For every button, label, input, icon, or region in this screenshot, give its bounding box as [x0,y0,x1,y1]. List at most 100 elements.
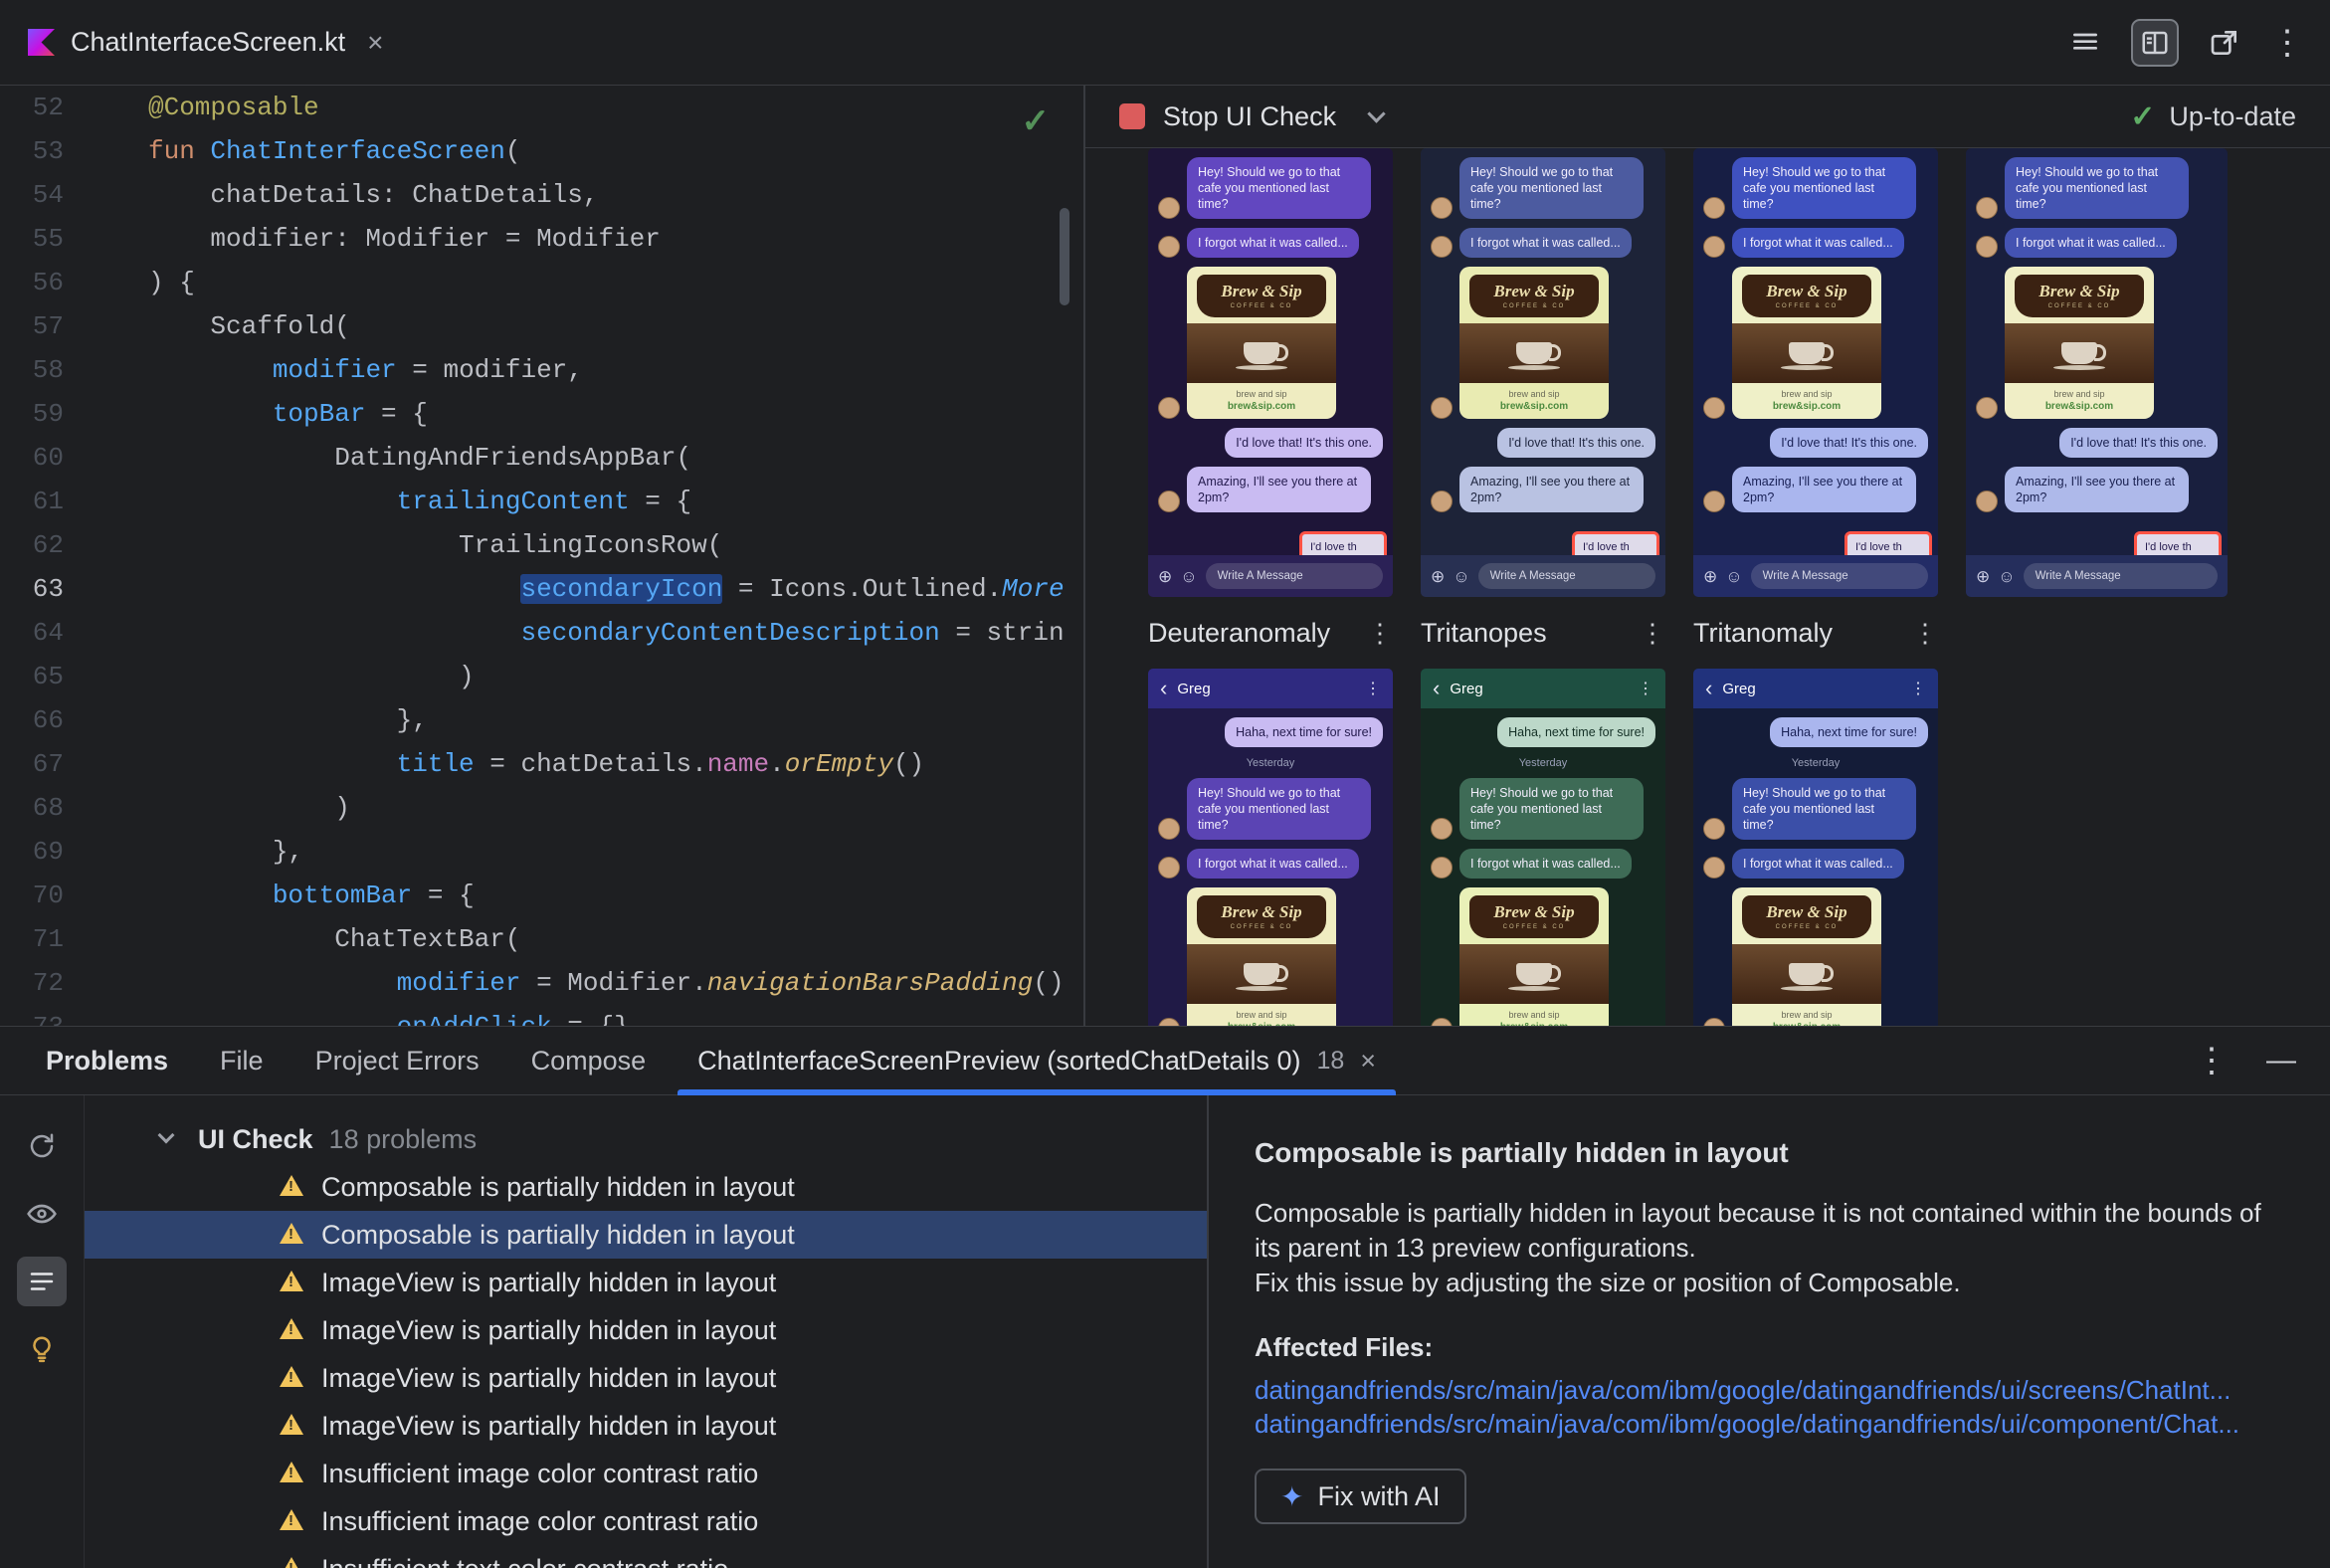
more-icon[interactable]: ⋮ [1638,679,1653,698]
problems-group-row[interactable]: UI Check 18 problems [85,1115,1207,1163]
code-text[interactable]: trailingContent = { [64,480,691,523]
more-icon[interactable]: ⋮ [1910,679,1926,698]
code-area[interactable]: 52 @Composable 53 fun ChatInterfaceScreen(5… [0,86,1083,1026]
code-text[interactable]: }, [64,830,303,874]
code-text[interactable]: bottomBar = { [64,874,475,917]
problem-row[interactable]: ImageView is partially hidden in layout [85,1354,1207,1402]
open-in-window-icon[interactable] [2201,19,2248,67]
problem-row[interactable]: Insufficient image color contrast ratio [85,1497,1207,1545]
emoji-icon[interactable]: ☺ [1453,568,1469,585]
code-token: trailingContent [396,487,630,516]
line-number: 66 [32,705,64,735]
code-text[interactable]: }, [64,698,428,742]
more-icon[interactable]: ⋮ [1640,618,1665,649]
code-text[interactable]: secondaryIcon = Icons.Outlined.More [64,567,1065,611]
emoji-icon[interactable]: ☺ [1998,568,2015,585]
problem-text: ImageView is partially hidden in layout [321,1362,777,1393]
code-text[interactable]: chatDetails: ChatDetails, [64,173,598,217]
chevron-down-icon[interactable] [157,1126,175,1144]
code-text[interactable]: topBar = { [64,392,428,436]
back-icon[interactable]: ‹ [1705,678,1712,699]
minimize-icon[interactable]: — [2266,1044,2296,1078]
tab-chatinterfacescreenpreview-sortedchatdetails-0-[interactable]: ChatInterfaceScreenPreview (sortedChatDe… [672,1027,1402,1095]
add-icon[interactable]: ⊕ [1431,568,1445,585]
back-icon[interactable]: ‹ [1433,678,1440,699]
list-view-icon[interactable] [17,1257,67,1306]
code-text[interactable]: modifier: Modifier = Modifier [64,217,660,261]
tab-file[interactable]: File [194,1027,290,1094]
preview-phone[interactable]: Hey! Should we go to that cafe you menti… [1148,148,1393,597]
message-input[interactable]: Write A Message [2023,563,2218,589]
split-editor-icon[interactable] [2131,18,2179,67]
code-text[interactable]: TrailingIconsRow( [64,523,722,567]
code-text[interactable]: ) [64,786,350,830]
editor-scrollbar[interactable] [1060,208,1069,305]
close-tab-icon[interactable]: × [1360,1046,1376,1077]
code-text[interactable]: secondaryContentDescription = strin [64,611,1064,655]
problem-row[interactable]: Composable is partially hidden in layout [85,1211,1207,1259]
code-text[interactable]: onAddClick = {} [64,1005,630,1026]
refresh-icon[interactable] [17,1121,67,1171]
tab-problems[interactable]: Problems [20,1027,194,1094]
code-text[interactable]: ChatTextBar( [64,917,520,961]
preview-phone[interactable]: Hey! Should we go to that cafe you menti… [1966,148,2228,597]
line-number: 62 [32,530,64,560]
card-message-row: Brew & SipCOFFEE & CObrew and sipbrew&si… [1158,887,1383,1026]
problem-row[interactable]: Composable is partially hidden in layout [85,1163,1207,1211]
more-icon[interactable]: ⋮ [1912,618,1938,649]
inspections-ok-check-icon[interactable]: ✓ [1022,101,1051,141]
close-tab-icon[interactable]: × [367,27,383,59]
tab-compose[interactable]: Compose [505,1027,673,1094]
more-icon[interactable]: ⋮ [1367,618,1393,649]
problem-row[interactable]: ImageView is partially hidden in layout [85,1259,1207,1306]
structure-lines-icon[interactable] [2061,19,2109,67]
problem-row[interactable]: ImageView is partially hidden in layout [85,1306,1207,1354]
affected-file-link[interactable]: datingandfriends/src/main/java/com/ibm/g… [1255,1373,2290,1407]
message-row: Amazing, I'll see you there at 2pm? [1703,467,1928,512]
code-text[interactable]: ) { [64,261,195,304]
problem-row[interactable]: Insufficient image color contrast ratio [85,1450,1207,1497]
preview-phone[interactable]: ‹ Greg ⋮ Haha, next time for sure! Yesterday… [1148,669,1393,1026]
add-icon[interactable]: ⊕ [1158,568,1172,585]
preview-phone[interactable]: ‹ Greg ⋮ Haha, next time for sure! Yesterday… [1693,669,1938,1026]
code-text[interactable]: modifier = Modifier.navigationBarsPaddin… [64,961,1065,1005]
eye-icon[interactable] [17,1189,67,1239]
code-text[interactable]: DatingAndFriendsAppBar( [64,436,691,480]
more-options-icon[interactable]: ⋮ [2270,26,2304,60]
add-icon[interactable]: ⊕ [1976,568,1990,585]
lightbulb-icon[interactable] [17,1324,67,1374]
problem-row[interactable]: ImageView is partially hidden in layout [85,1402,1207,1450]
chevron-down-icon[interactable] [1367,103,1386,123]
preview-phone[interactable]: Hey! Should we go to that cafe you menti… [1693,148,1938,597]
code-text[interactable]: Scaffold( [64,304,349,348]
preview-canvas[interactable]: Hey! Should we go to that cafe you menti… [1085,148,2330,1026]
code-editor[interactable]: 52 @Composable 53 fun ChatInterfaceScreen(5… [0,86,1085,1026]
chat-bubble: Amazing, I'll see you there at 2pm? [1732,467,1916,512]
code-text[interactable]: @Composable [64,86,319,129]
back-icon[interactable]: ‹ [1160,678,1167,699]
code-text[interactable]: modifier = modifier, [64,348,583,392]
message-input[interactable]: Write A Message [1205,563,1383,589]
emoji-icon[interactable]: ☺ [1180,568,1197,585]
coffee-card: Brew & Sip COFFEE & CO brew and sip brew&si… [2005,267,2154,419]
code-text[interactable]: ) [64,655,475,698]
preview-phone[interactable]: Hey! Should we go to that cafe you menti… [1421,148,1665,597]
chat-header: ‹ Greg ⋮ [1421,669,1665,708]
more-options-icon[interactable]: ⋮ [2195,1044,2229,1078]
message-input[interactable]: Write A Message [1750,563,1928,589]
message-input[interactable]: Write A Message [1477,563,1655,589]
preview-phone[interactable]: ‹ Greg ⋮ Haha, next time for sure! Yesterday… [1421,669,1665,1026]
tab-project-errors[interactable]: Project Errors [290,1027,505,1094]
emoji-icon[interactable]: ☺ [1725,568,1742,585]
add-icon[interactable]: ⊕ [1703,568,1717,585]
more-icon[interactable]: ⋮ [1365,679,1381,698]
coffee-card: Brew & Sip COFFEE & CO brew and sip brew&si… [1732,267,1881,419]
fix-with-ai-button[interactable]: ✦ Fix with AI [1255,1469,1466,1524]
affected-file-link[interactable]: datingandfriends/src/main/java/com/ibm/g… [1255,1407,2290,1441]
problem-row[interactable]: Insufficient text color contrast ratio [85,1545,1207,1568]
tab-chatinterfacescreen[interactable]: ChatInterfaceScreen.kt × [0,0,412,85]
stop-icon[interactable] [1119,103,1145,129]
stop-ui-check-button[interactable]: Stop UI Check [1163,101,1336,132]
code-text[interactable]: fun ChatInterfaceScreen( [64,129,520,173]
code-text[interactable]: title = chatDetails.name.orEmpty() [64,742,925,786]
